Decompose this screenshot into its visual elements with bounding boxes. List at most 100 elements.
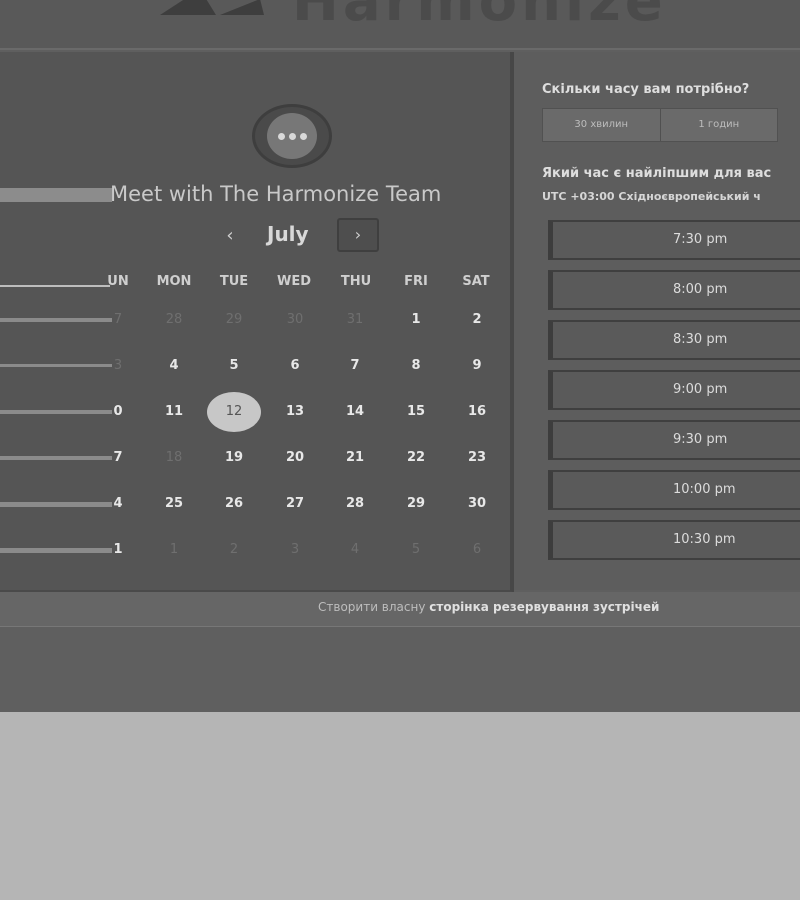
day-number: 31	[346, 312, 364, 327]
calendar-card: Meet with The Harmonize Team ‹ July › UN…	[0, 52, 514, 593]
day-number: 30	[286, 312, 304, 327]
calendar-day[interactable]: 21	[328, 438, 382, 478]
weekday-0: UN	[107, 274, 129, 289]
time-slot-button[interactable]: 10:00 pm	[548, 470, 800, 510]
day-number: 23	[467, 450, 487, 465]
day-number: 1	[169, 542, 179, 557]
calendar-day[interactable]: 22	[389, 438, 443, 478]
day-number: 11	[164, 404, 184, 419]
booking-panel: Скільки часу вам потрібно? 30 хвилин 1 г…	[514, 52, 800, 590]
duration-selector: 30 хвилин 1 годин	[542, 108, 778, 142]
day-number: 1	[411, 312, 421, 327]
footer: Створити власну сторінка резервування зу…	[0, 592, 800, 627]
calendar-day[interactable]: 3	[268, 530, 322, 570]
time-question: Який час є найліпшим для вас	[542, 166, 772, 181]
time-slot-label: 9:00 pm	[673, 382, 728, 397]
time-slot-button[interactable]: 9:30 pm	[548, 420, 800, 460]
day-number: 28	[165, 312, 183, 327]
time-slot-label: 9:30 pm	[673, 432, 728, 447]
footer-prefix: Створити власну	[318, 600, 426, 614]
calendar-day[interactable]: 11	[147, 392, 201, 432]
day-number: 8	[411, 358, 421, 373]
day-number: 7	[113, 312, 123, 327]
calendar-day[interactable]: 6	[268, 346, 322, 386]
calendar-day: 7	[91, 300, 145, 340]
day-number: 15	[406, 404, 426, 419]
header: Harmonize	[0, 0, 800, 50]
collapsed-sidebar-bar	[0, 188, 112, 202]
calendar-day[interactable]: 25	[147, 484, 201, 524]
calendar-day[interactable]: 1	[389, 300, 443, 340]
calendar-day[interactable]: 8	[389, 346, 443, 386]
calendar-day[interactable]: 29	[389, 484, 443, 524]
day-number: 22	[406, 450, 426, 465]
chat-bubble-icon	[267, 113, 317, 159]
calendar-day[interactable]: 4	[147, 346, 201, 386]
calendar-day[interactable]: 30	[450, 484, 504, 524]
day-number: 3	[113, 358, 123, 373]
calendar-day-selected[interactable]: 12	[207, 392, 261, 432]
duration-option-30[interactable]: 30 хвилин	[543, 109, 660, 141]
calendar-day[interactable]: 5	[389, 530, 443, 570]
time-slot-button[interactable]: 9:00 pm	[548, 370, 800, 410]
time-slot-button[interactable]: 10:30 pm	[548, 520, 800, 560]
create-booking-page-link[interactable]: сторінка резервування зустрічей	[429, 600, 659, 614]
calendar-day[interactable]: 27	[268, 484, 322, 524]
calendar-day[interactable]: 31	[328, 300, 382, 340]
calendar-day[interactable]: 1	[147, 530, 201, 570]
calendar-day[interactable]: 4	[328, 530, 382, 570]
brand-logo[interactable]: Harmonize	[160, 0, 667, 30]
time-slot-button[interactable]: 8:30 pm	[548, 320, 800, 360]
calendar-day[interactable]: 28	[147, 300, 201, 340]
calendar-day[interactable]: 19	[207, 438, 261, 478]
day-number: 26	[224, 496, 244, 511]
calendar-day[interactable]: 14	[328, 392, 382, 432]
time-slot-button[interactable]: 7:30 pm	[548, 220, 800, 260]
calendar-day[interactable]: 16	[450, 392, 504, 432]
day-number: 9	[472, 358, 482, 373]
prev-month-button[interactable]: ‹	[215, 224, 245, 248]
calendar-day[interactable]: 6	[450, 530, 504, 570]
calendar-day[interactable]: 23	[450, 438, 504, 478]
calendar-day[interactable]: 26	[207, 484, 261, 524]
day-number: 0	[113, 404, 123, 419]
day-number: 20	[285, 450, 305, 465]
next-month-button[interactable]: ›	[337, 218, 379, 252]
duration-option-60[interactable]: 1 годин	[659, 109, 778, 141]
time-slot-button[interactable]: 8:00 pm	[548, 270, 800, 310]
calendar-day[interactable]: 15	[389, 392, 443, 432]
calendar-day: 4	[91, 484, 145, 524]
calendar-day[interactable]: 2	[450, 300, 504, 340]
calendar-day[interactable]: 28	[328, 484, 382, 524]
month-navigation: ‹ July ›	[215, 216, 385, 256]
team-avatar	[252, 104, 332, 168]
day-number: 7	[350, 358, 360, 373]
calendar-day[interactable]: 7	[328, 346, 382, 386]
calendar-day[interactable]: 18	[147, 438, 201, 478]
day-number: 6	[290, 358, 300, 373]
day-number: 19	[224, 450, 244, 465]
timezone-label[interactable]: UTC +03:00 Східноєвропейський ч	[542, 190, 761, 203]
day-number: 4	[113, 496, 123, 511]
day-number: 14	[345, 404, 365, 419]
calendar-day[interactable]: 20	[268, 438, 322, 478]
day-number: 25	[164, 496, 184, 511]
calendar-day: 0	[91, 392, 145, 432]
logo-mark-icon	[160, 0, 264, 15]
day-number: 1	[113, 542, 123, 557]
day-number: 13	[285, 404, 305, 419]
day-number: 30	[467, 496, 487, 511]
calendar-day[interactable]: 5	[207, 346, 261, 386]
calendar-day[interactable]: 2	[207, 530, 261, 570]
footer-text: Створити власну сторінка резервування зу…	[318, 600, 659, 614]
day-number: 27	[285, 496, 305, 511]
time-slot-label: 8:30 pm	[673, 332, 728, 347]
calendar-day[interactable]: 9	[450, 346, 504, 386]
weekday-6: SAT	[462, 274, 490, 289]
calendar-day[interactable]: 29	[207, 300, 261, 340]
day-number: 4	[350, 542, 360, 557]
time-slot-label: 10:00 pm	[673, 482, 736, 497]
calendar-day[interactable]: 30	[268, 300, 322, 340]
time-slot-label: 7:30 pm	[673, 232, 728, 247]
calendar-day[interactable]: 13	[268, 392, 322, 432]
